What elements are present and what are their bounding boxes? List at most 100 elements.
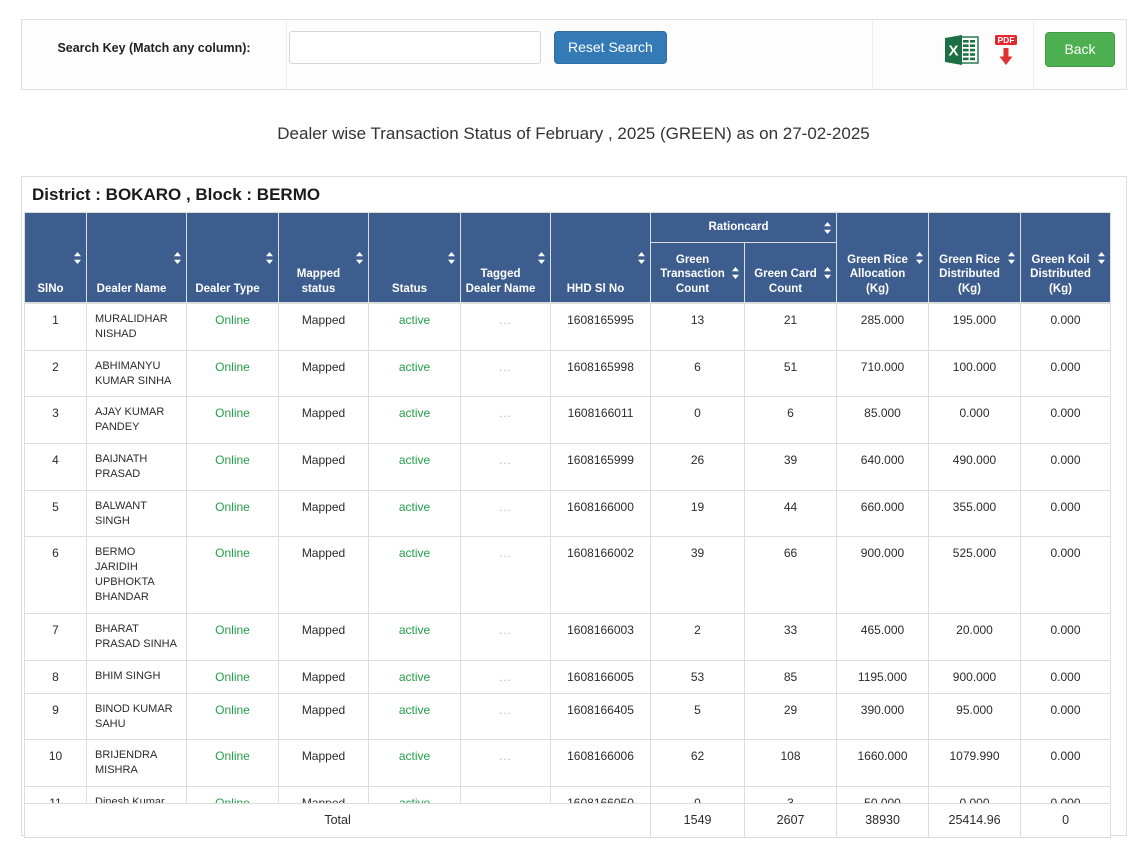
- col-label-slno: SlNo: [37, 282, 64, 295]
- table-body-scroll-area[interactable]: 1 MURALIDHAR NISHAD Online Mapped active... 1…: [24, 303, 1124, 803]
- cell-green-koil-distributed: 0.000: [1020, 349, 1111, 398]
- col-header-dealer-name[interactable]: Dealer Name: [86, 212, 187, 303]
- cell-green-card-count: 66: [744, 536, 837, 614]
- cell-green-rice-distributed: 20.000: [928, 612, 1021, 661]
- back-button-cell: Back: [1034, 20, 1126, 89]
- cell-green-transaction-count: 0: [650, 396, 745, 445]
- cell-dealer-type: Online: [186, 739, 279, 788]
- cell-green-rice-allocation: 285.000: [836, 303, 929, 351]
- cell-status: active: [368, 739, 461, 788]
- cell-green-koil-distributed: 0.000: [1020, 303, 1111, 351]
- cell-dealer-type: Online: [186, 536, 279, 614]
- cell-green-transaction-count: 13: [650, 303, 745, 351]
- cell-status: active: [368, 612, 461, 661]
- cell-mapped-status: Mapped: [278, 396, 369, 445]
- cell-green-rice-distributed: 525.000: [928, 536, 1021, 614]
- col-label-green-transaction-count: Green Transaction Count: [660, 253, 725, 295]
- col-header-green-card-count[interactable]: Green Card Count: [743, 242, 838, 303]
- cell-green-rice-distributed: 900.000: [928, 659, 1021, 694]
- cell-mapped-status: Mapped: [278, 692, 369, 741]
- cell-green-transaction-count: 6: [650, 349, 745, 398]
- col-header-green-rice-allocation[interactable]: Green Rice Allocation (Kg): [836, 212, 930, 303]
- cell-green-rice-allocation: 640.000: [836, 443, 929, 491]
- col-header-slno[interactable]: SlNo: [24, 212, 87, 303]
- col-label-rationcard: Rationcard: [708, 221, 769, 234]
- cell-green-koil-distributed: 0.000: [1020, 692, 1111, 741]
- cell-status: active: [368, 536, 461, 614]
- cell-green-koil-distributed: 0.000: [1020, 443, 1111, 491]
- col-header-green-transaction-count[interactable]: Green Transaction Count: [650, 242, 745, 303]
- table-row[interactable]: 1 MURALIDHAR NISHAD Online Mapped active... 1…: [24, 303, 1111, 351]
- cell-mapped-status: Mapped: [278, 786, 369, 803]
- col-header-green-koil-distributed[interactable]: Green Koil Distributed (Kg): [1020, 212, 1112, 303]
- cell-tagged-dealer-name: ...: [460, 489, 551, 538]
- cell-green-rice-allocation: 710.000: [836, 349, 929, 398]
- table-row[interactable]: 3 AJAY KUMAR PANDEY Online Mapped active... 1…: [24, 396, 1111, 445]
- table-row[interactable]: 9 BINOD KUMAR SAHU Online Mapped active... 16…: [24, 692, 1111, 741]
- cell-green-rice-distributed: 100.000: [928, 349, 1021, 398]
- svg-text:PDF: PDF: [998, 35, 1015, 45]
- cell-green-transaction-count: 26: [650, 443, 745, 491]
- cell-dealer-name: BALWANT SINGH: [86, 489, 187, 538]
- cell-green-transaction-count: 19: [650, 489, 745, 538]
- cell-dealer-name: BRIJENDRA MISHRA: [86, 739, 187, 788]
- col-header-green-rice-distributed[interactable]: Green Rice Distributed (Kg): [928, 212, 1022, 303]
- col-header-hhd-sl-no[interactable]: HHD Sl No: [550, 212, 651, 303]
- cell-green-transaction-count: 53: [650, 659, 745, 694]
- cell-green-rice-allocation: 85.000: [836, 396, 929, 445]
- cell-green-rice-distributed: 0.000: [928, 396, 1021, 445]
- table-row[interactable]: 5 BALWANT SINGH Online Mapped active... 16081…: [24, 489, 1111, 538]
- search-label: Search Key (Match any column):: [57, 40, 251, 55]
- report-title: Dealer wise Transaction Status of Februa…: [277, 124, 870, 143]
- cell-mapped-status: Mapped: [278, 739, 369, 788]
- col-header-tagged-dealer-name[interactable]: Tagged Dealer Name: [460, 212, 551, 303]
- sort-icon: [538, 251, 545, 264]
- cell-green-card-count: 6: [744, 396, 837, 445]
- table-row[interactable]: 4 BAIJNATH PRASAD Online Mapped active... 160…: [24, 443, 1111, 491]
- total-green-rice-distributed: 25414.96: [928, 803, 1022, 838]
- reset-search-button[interactable]: Reset Search: [554, 31, 667, 64]
- sort-icon: [732, 266, 739, 279]
- table-row[interactable]: 8 BHIM SINGH Online Mapped active... 16081660…: [24, 659, 1111, 694]
- cell-status: active: [368, 786, 461, 803]
- cell-status: active: [368, 443, 461, 491]
- table-row[interactable]: 11Dinesh Kumar BhadaniOnlineMappedactive…: [24, 786, 1111, 803]
- sort-icon: [174, 251, 181, 264]
- sort-icon: [1098, 251, 1106, 264]
- total-green-card-count: 2607: [744, 803, 838, 838]
- col-header-dealer-type[interactable]: Dealer Type: [186, 212, 279, 303]
- cell-green-rice-allocation: 50.000: [836, 786, 929, 803]
- table-row[interactable]: 6 BERMO JARIDIH UPBHOKTA BHANDAR Online Map…: [24, 536, 1111, 614]
- cell-slno: 3: [24, 396, 87, 445]
- total-label: Total: [23, 803, 652, 838]
- sort-icon: [824, 221, 832, 234]
- col-label-dealer-name: Dealer Name: [96, 282, 167, 295]
- cell-tagged-dealer-name: ...: [460, 786, 551, 803]
- cell-dealer-type: Online: [186, 489, 279, 538]
- cell-hhd-sl-no: 1608166005: [550, 659, 651, 694]
- cell-mapped-status: Mapped: [278, 489, 369, 538]
- cell-mapped-status: Mapped: [278, 536, 369, 614]
- back-button[interactable]: Back: [1045, 32, 1115, 67]
- col-header-mapped-status[interactable]: Mapped status: [278, 212, 369, 303]
- cell-green-rice-allocation: 1660.000: [836, 739, 929, 788]
- table-row[interactable]: 2 ABHIMANYU KUMAR SINHA Online Mapped active…: [24, 349, 1111, 398]
- col-header-rationcard-group[interactable]: Rationcard: [649, 212, 838, 243]
- pdf-export-icon[interactable]: PDF: [987, 31, 1025, 69]
- search-input[interactable]: [289, 31, 541, 64]
- col-header-status[interactable]: Status: [368, 212, 461, 303]
- cell-green-koil-distributed: 0.000: [1020, 659, 1111, 694]
- excel-export-icon[interactable]: X: [943, 31, 981, 69]
- cell-slno: 4: [24, 443, 87, 491]
- cell-slno: 1: [24, 303, 87, 351]
- col-label-green-card-count: Green Card Count: [754, 268, 817, 295]
- cell-green-rice-allocation: 390.000: [836, 692, 929, 741]
- col-label-status: Status: [391, 282, 428, 295]
- table-row[interactable]: 10 BRIJENDRA MISHRA Online Mapped active... 1…: [24, 739, 1111, 788]
- cell-dealer-type: Online: [186, 303, 279, 351]
- table-row[interactable]: 7 BHARAT PRASAD SINHA Online Mapped active..…: [24, 612, 1111, 661]
- cell-dealer-name: BHARAT PRASAD SINHA: [86, 612, 187, 661]
- cell-tagged-dealer-name: ...: [460, 612, 551, 661]
- svg-text:X: X: [948, 42, 958, 59]
- cell-green-transaction-count: 0: [650, 786, 745, 803]
